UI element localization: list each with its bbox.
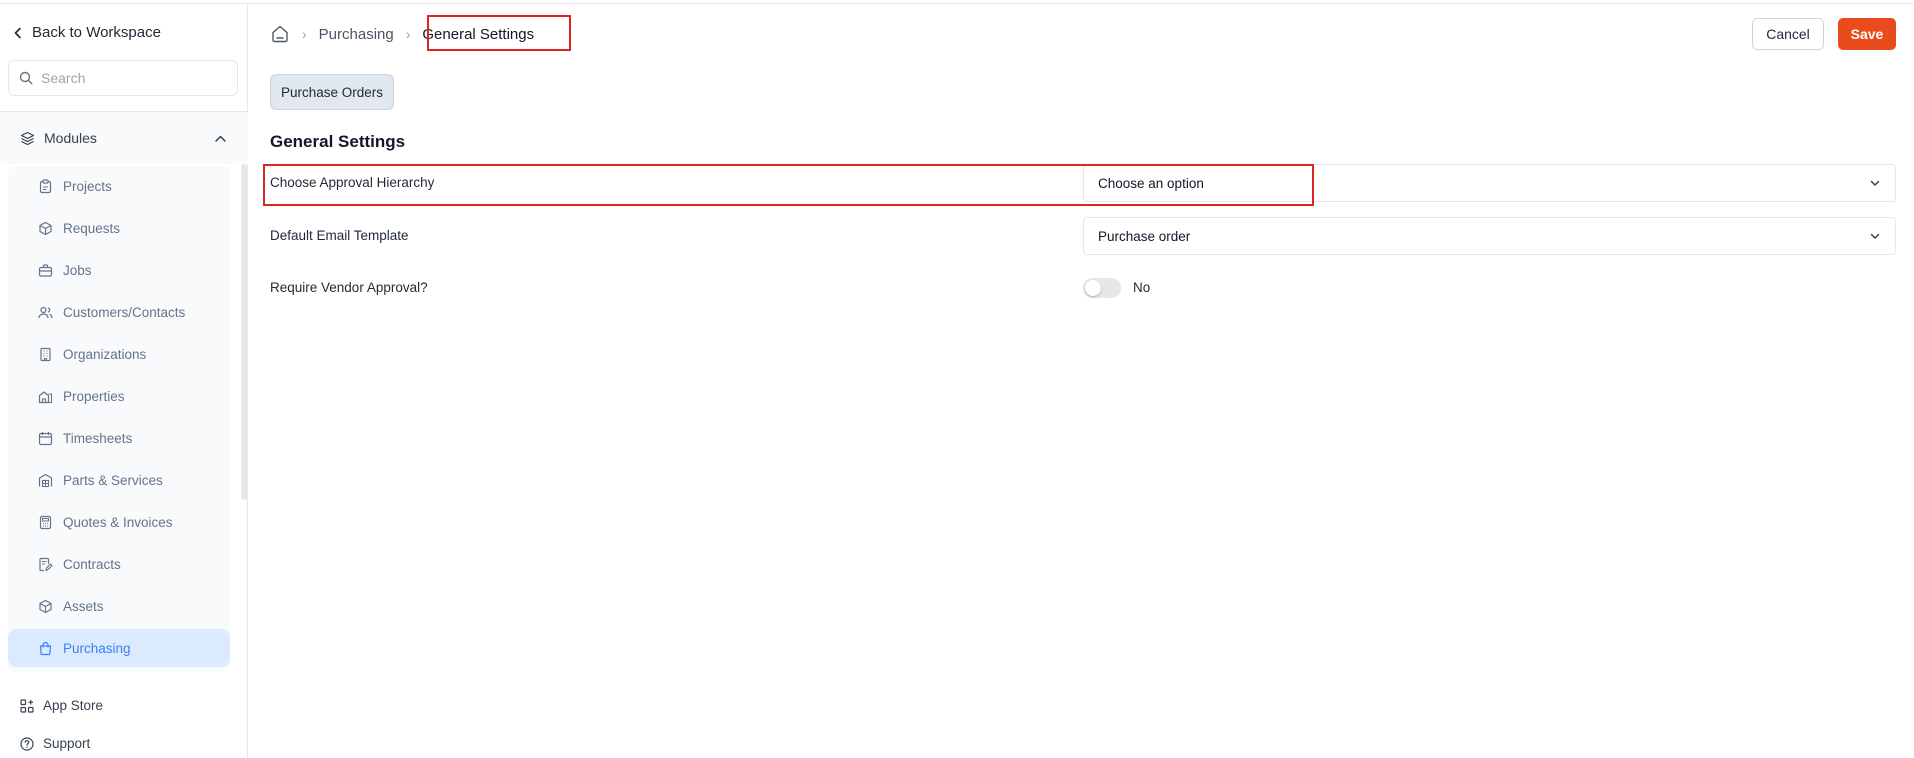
search-box[interactable] [8,60,238,96]
sidebar-item-label: Quotes & Invoices [63,514,173,530]
building-icon [40,347,51,361]
sidebar-item-label: Properties [63,388,125,404]
vendor-approval-toggle[interactable] [1083,278,1121,298]
chevron-up-icon [215,135,226,142]
chevron-down-icon [1870,233,1880,239]
modules-label: Modules [44,130,97,146]
breadcrumb-purchasing[interactable]: Purchasing [319,26,394,43]
sidebar-item-requests[interactable]: Requests [8,209,230,247]
modules-toggle[interactable]: Modules [0,112,248,164]
sidebar-item-label: Timesheets [63,430,133,446]
approval-hierarchy-label: Choose Approval Hierarchy [270,175,435,190]
chevron-left-icon [14,27,21,38]
briefcase-icon [38,263,53,277]
section-title: General Settings [270,132,406,151]
help-circle-icon [20,736,34,751]
sidebar-item-label: Parts & Services [63,472,163,488]
sidebar-item-label: Organizations [63,346,147,362]
back-to-workspace-link[interactable]: Back to Workspace [12,24,161,41]
calculator-icon [39,515,52,529]
sidebar-item-label: Projects [63,178,112,194]
app-store-link[interactable]: App Store [20,698,103,713]
sidebar-item-label: Purchasing [63,640,131,656]
breadcrumb-separator-icon: › [302,26,307,42]
email-template-select[interactable]: Purchase order [1083,217,1896,255]
clipboard-icon [39,178,52,193]
sidebar-item-label: Assets [63,598,104,614]
email-template-label: Default Email Template [270,228,409,243]
home-link[interactable] [270,24,290,44]
sidebar-item-label: Contracts [63,556,121,572]
support-label: Support [43,736,91,751]
chevron-down-icon [1870,180,1880,186]
property-icon [38,390,53,403]
vendor-approval-label: Require Vendor Approval? [270,280,428,295]
search-input[interactable] [41,70,231,86]
approval-hierarchy-select[interactable]: Choose an option [1083,164,1896,202]
tab-purchase-orders[interactable]: Purchase Orders [270,74,394,110]
breadcrumb-current: General Settings [422,25,535,43]
sidebar-item-customers-contacts[interactable]: Customers/Contacts [8,293,230,331]
email-template-value: Purchase order [1098,228,1191,244]
sidebar-item-label: Requests [63,220,121,236]
vendor-approval-value: No [1133,280,1151,295]
sidebar-item-timesheets[interactable]: Timesheets [8,419,230,457]
search-icon [19,71,33,85]
top-border [0,0,1914,4]
sidebar-item-organizations[interactable]: Organizations [8,335,230,373]
sidebar-scrollbar[interactable] [241,164,247,500]
sidebar-item-jobs[interactable]: Jobs [8,251,230,289]
sidebar-item-label: Jobs [63,262,92,278]
sidebar-item-parts-services[interactable]: Parts & Services [8,461,230,499]
contract-icon [39,557,53,571]
warehouse-icon [38,473,53,487]
sidebar-item-properties[interactable]: Properties [8,377,230,415]
toggle-knob [1085,280,1101,296]
sidebar: Back to Workspace Modules Projects Reque… [0,4,248,758]
app-store-label: App Store [43,698,104,713]
box-search-icon [39,221,52,235]
cube-icon [39,599,52,613]
approval-hierarchy-value: Choose an option [1098,175,1204,191]
sidebar-item-assets[interactable]: Assets [8,587,230,625]
shopping-bag-icon [39,641,52,655]
sidebar-item-quotes-invoices[interactable]: Quotes & Invoices [8,503,230,541]
sidebar-item-label: Customers/Contacts [63,304,186,320]
sidebar-item-contracts[interactable]: Contracts [8,545,230,583]
back-to-workspace-label: Back to Workspace [32,24,161,41]
home-icon [272,25,288,43]
sidebar-item-purchasing[interactable]: Purchasing [8,629,230,667]
support-link[interactable]: Support [20,736,90,751]
layers-icon [20,131,35,145]
sidebar-item-projects[interactable]: Projects [8,167,230,205]
app-store-icon [20,698,34,713]
breadcrumb-separator-icon: › [405,26,411,42]
calendar-icon [38,431,53,445]
breadcrumb: › Purchasing › General Settings [270,22,534,46]
users-icon [38,306,53,318]
cancel-button[interactable]: Cancel [1752,18,1824,50]
save-button[interactable]: Save [1838,18,1896,50]
